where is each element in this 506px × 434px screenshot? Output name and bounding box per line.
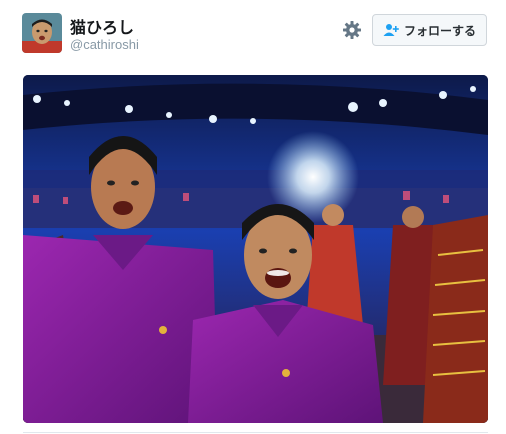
author-display-name[interactable]: 猫ひろし [70,14,134,38]
tweet-header: 猫ひろし @cathiroshi フォローする [0,0,506,64]
divider [23,432,488,433]
add-user-icon [383,23,399,37]
author-handle[interactable]: @cathiroshi [70,37,139,52]
avatar[interactable] [22,13,62,53]
follow-button[interactable]: フォローする [372,14,487,46]
tweet-photo[interactable] [23,75,488,423]
gear-icon[interactable] [341,19,363,41]
follow-button-label: フォローする [403,23,476,38]
